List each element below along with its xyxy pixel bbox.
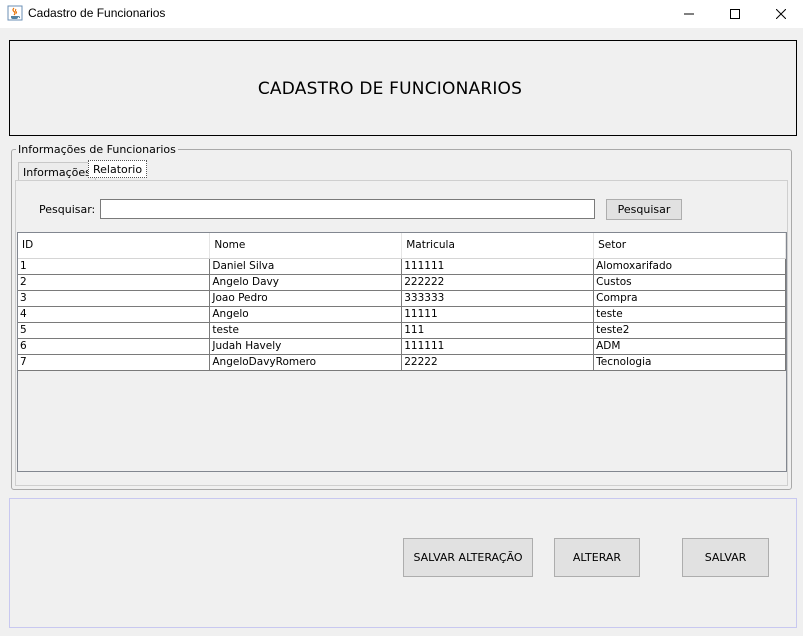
page-title: CADASTRO DE FUNCIONARIOS <box>257 79 523 99</box>
tab-relatorio[interactable]: Relatorio <box>88 160 148 178</box>
save-changes-button[interactable]: SALVAR ALTERAÇÃO <box>403 538 533 577</box>
cell-setor[interactable]: Tecnologia <box>593 354 786 371</box>
column-header-setor[interactable]: Setor <box>593 233 786 259</box>
cell-setor[interactable]: Compra <box>593 290 786 307</box>
cell-matricula[interactable]: 22222 <box>401 354 595 371</box>
save-button[interactable]: SALVAR <box>682 538 769 577</box>
cell-nome[interactable]: Joao Pedro <box>209 290 403 307</box>
cell-setor[interactable]: Custos <box>593 274 786 291</box>
cell-setor[interactable]: teste2 <box>593 322 786 339</box>
table-row[interactable]: 7 AngeloDavyRomero 22222 Tecnologia <box>18 354 786 371</box>
minimize-icon <box>684 13 694 15</box>
table-row[interactable]: 1 Daniel Silva 111111 Alomoxarifado <box>18 258 786 275</box>
cell-setor[interactable]: Alomoxarifado <box>593 258 786 275</box>
table-row[interactable]: 2 Angelo Davy 222222 Custos <box>18 274 786 291</box>
search-button[interactable]: Pesquisar <box>606 199 682 220</box>
maximize-icon <box>730 9 740 19</box>
cell-nome[interactable]: teste <box>209 322 403 339</box>
cell-nome[interactable]: Judah Havely <box>209 338 403 355</box>
cell-id[interactable]: 1 <box>18 258 211 275</box>
cell-matricula[interactable]: 111 <box>401 322 595 339</box>
column-header-nome[interactable]: Nome <box>209 233 403 259</box>
table-row[interactable]: 3 Joao Pedro 333333 Compra <box>18 290 786 307</box>
tab-informacoes[interactable]: Informações <box>18 162 96 182</box>
search-input[interactable] <box>100 199 595 219</box>
cell-id[interactable]: 2 <box>18 274 211 291</box>
table-row[interactable]: 6 Judah Havely 111111 ADM <box>18 338 786 355</box>
cell-setor[interactable]: ADM <box>593 338 786 355</box>
column-header-id[interactable]: ID <box>18 233 211 259</box>
window-title: Cadastro de Funcionarios <box>28 6 166 20</box>
maximize-button[interactable] <box>712 0 758 28</box>
cell-id[interactable]: 4 <box>18 306 211 323</box>
cell-id[interactable]: 6 <box>18 338 211 355</box>
cell-nome[interactable]: AngeloDavyRomero <box>209 354 403 371</box>
search-label: Pesquisar: <box>39 203 96 216</box>
close-icon <box>776 9 786 19</box>
cell-nome[interactable]: Angelo Davy <box>209 274 403 291</box>
cell-matricula[interactable]: 333333 <box>401 290 595 307</box>
cell-matricula[interactable]: 111111 <box>401 338 595 355</box>
cell-id[interactable]: 3 <box>18 290 211 307</box>
table-header-row: ID Nome Matricula Setor <box>18 233 786 259</box>
cell-id[interactable]: 5 <box>18 322 211 339</box>
cell-matricula[interactable]: 222222 <box>401 274 595 291</box>
title-bar: Cadastro de Funcionarios <box>0 0 803 28</box>
minimize-button[interactable] <box>666 0 712 28</box>
table-row[interactable]: 5 teste 111 teste2 <box>18 322 786 339</box>
column-header-matricula[interactable]: Matricula <box>401 233 595 259</box>
cell-setor[interactable]: teste <box>593 306 786 323</box>
group-title: Informações de Funcionarios <box>16 143 178 156</box>
cell-matricula[interactable]: 111111 <box>401 258 595 275</box>
edit-button[interactable]: ALTERAR <box>554 538 640 577</box>
employee-table[interactable]: ID Nome Matricula Setor 1 Daniel Silva 1… <box>17 232 787 472</box>
cell-nome[interactable]: Angelo <box>209 306 403 323</box>
header-panel: CADASTRO DE FUNCIONARIOS <box>9 40 797 136</box>
table-row[interactable]: 4 Angelo 11111 teste <box>18 306 786 323</box>
cell-id[interactable]: 7 <box>18 354 211 371</box>
cell-nome[interactable]: Daniel Silva <box>209 258 403 275</box>
close-button[interactable] <box>758 0 803 28</box>
cell-matricula[interactable]: 11111 <box>401 306 595 323</box>
java-cup-icon <box>7 5 23 21</box>
